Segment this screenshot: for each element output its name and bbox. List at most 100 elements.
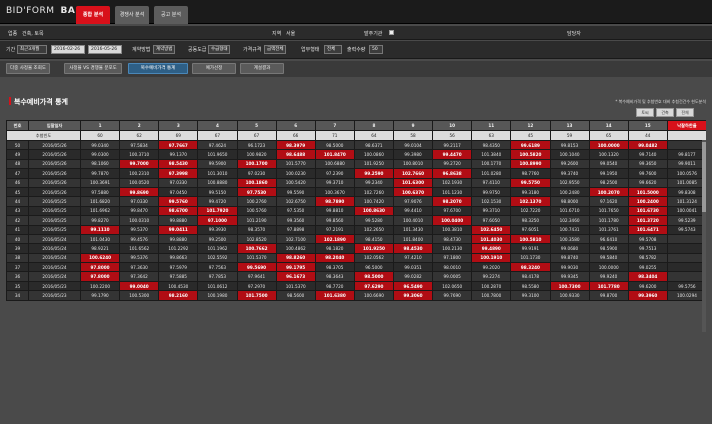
table-cell: 100.8880: [197, 177, 238, 188]
table-cell: 101.6710: [549, 205, 590, 217]
table-row[interactable]: 46 2016/05/26 100.3691 100.0520 97.0330 100.8…: [6, 177, 706, 188]
date-from-input[interactable]: 2016-02-26: [51, 45, 85, 54]
table-cell: 2016/05/26: [28, 139, 81, 151]
tab-overall-analysis[interactable]: 종합 분석: [76, 6, 110, 24]
table-row[interactable]: 40 2016/05/24 101.0430 99.4576 99.8880 99.250…: [6, 233, 706, 245]
table-row[interactable]: 50 2016/05/26 99.0340 97.5834 97.7667 97.4624…: [6, 139, 706, 151]
table-cell: 97.2191: [314, 224, 355, 235]
view-btn-c[interactable]: 전체: [676, 108, 694, 117]
table-cell: 98.6488: [275, 149, 316, 160]
table-cell: 100.2870: [471, 280, 512, 292]
table-cell: 100.3710: [119, 149, 160, 160]
table-row[interactable]: 43 2016/05/25 101.6962 99.8470 98.6700 101.79…: [6, 205, 706, 217]
table-cell: 36: [6, 271, 29, 282]
table-cell: 99.1370: [158, 149, 199, 160]
table-cell: 100.5760: [236, 205, 277, 217]
table-row[interactable]: 44 2016/05/25 101.6820 97.0330 99.5760 99.472…: [6, 196, 706, 207]
table-cell: 98.0010: [432, 262, 473, 273]
table-cell: 102.7260: [353, 186, 395, 198]
region-value[interactable]: 서울: [286, 30, 295, 37]
table-cell: 99.0340: [79, 139, 121, 151]
table-cell: 100.6880: [314, 158, 355, 170]
table-row[interactable]: 48 2016/05/26 98.1060 99.7000 98.5430 99.5900…: [6, 158, 706, 170]
table-cell: 101.8470: [314, 149, 355, 160]
table-row[interactable]: 38 2016/05/24 100.6240 99.5376 99.8663 102.55…: [6, 252, 706, 264]
table-cell: 101.8400: [392, 233, 434, 245]
price-standard-select[interactable]: 금액전체: [264, 45, 286, 54]
table-cell: 100.8630: [353, 205, 395, 217]
table-row[interactable]: 39 2016/05/24 98.9221 101.6562 101.2292 101.1…: [6, 243, 706, 254]
reserve-price-selection-button[interactable]: 예가선정: [192, 63, 236, 74]
table-cell: 97.2970: [236, 280, 277, 292]
output-count-select[interactable]: 50: [369, 45, 383, 54]
table-row[interactable]: 42 2016/05/25 99.8270 100.0310 99.8880 97.100…: [6, 215, 706, 226]
contract-method-select[interactable]: 계약방법: [153, 45, 175, 54]
table-cell: 99.5840: [588, 252, 629, 264]
table-cell: 98.3705: [314, 262, 355, 273]
ordering-agency-checkbox[interactable]: [389, 30, 394, 35]
table-cell: 99.5376: [119, 252, 160, 264]
view-btn-b[interactable]: 건축: [656, 108, 674, 117]
table-cell: 2016/05/26: [28, 186, 81, 198]
logo-text: BID'FORM: [6, 6, 55, 16]
table-cell: 96.5000: [353, 262, 395, 273]
table-cell: 101.1730: [510, 252, 551, 264]
table-row[interactable]: 34 2016/05/23 99.1790 100.5300 98.2160 100.19…: [6, 290, 706, 301]
table-cell: 99.8880: [158, 233, 199, 245]
table-cell: 99.2274: [471, 271, 512, 282]
app-logo[interactable]: BID'FORM BAS: [6, 6, 82, 16]
table-cell: 98.7760: [510, 168, 551, 179]
table-cell: 101.0612: [197, 280, 238, 292]
rate-vs-competition-button[interactable]: 사정율 VS 경쟁율 분포도: [64, 63, 122, 74]
table-cell: 50: [6, 139, 29, 151]
table-row[interactable]: 45 2016/05/26 97.5880 99.8690 97.0450 99.5150…: [6, 186, 706, 198]
table-row[interactable]: 47 2016/05/26 99.7870 100.2310 97.3998 101.30…: [6, 168, 706, 179]
scrollbar-thumb[interactable]: [702, 142, 706, 212]
table-row[interactable]: 37 2016/05/24 97.8000 97.3630 97.5979 97.7563…: [6, 262, 706, 273]
table-cell: 102.8520: [236, 233, 277, 245]
multiple-reserve-price-stats-button[interactable]: 복수예비가격 통계: [128, 63, 188, 74]
table-cell: 97.4210: [392, 252, 434, 264]
table-row[interactable]: 36 2016/05/24 97.8000 97.3642 97.5885 97.7853…: [6, 271, 706, 282]
table-row[interactable]: 41 2016/05/25 99.1110 99.5370 99.0411 99.3930…: [6, 224, 706, 235]
table-cell: 97.5885: [158, 271, 199, 282]
table-header-row: 번호 입찰일자 1 2 3 4 5 6 7 8 9 10 11 12 13 14 15 낙찰하한율: [6, 120, 706, 131]
multi-rate-chart-button[interactable]: 다중 사정율 조회도: [6, 63, 50, 74]
table-scrollbar[interactable]: [702, 140, 706, 332]
table-cell: 100.9820: [236, 149, 277, 160]
tab-notice-analysis[interactable]: 공고 분석: [154, 6, 188, 24]
table-cell: 99.0005: [432, 271, 473, 282]
view-btn-a[interactable]: 토씨: [636, 108, 654, 117]
table-cell: 47: [6, 168, 29, 179]
table-cell: 99.3180: [510, 186, 551, 198]
calculation-result-button[interactable]: 계설결과: [240, 63, 284, 74]
table-cell: 98.3979: [275, 139, 316, 151]
table-cell: 99.8308: [666, 186, 706, 198]
date-to-input[interactable]: 2016-05-26: [88, 45, 122, 54]
table-cell: 99.0300: [79, 149, 121, 160]
table-cell: 100.6370: [392, 186, 434, 198]
table-cell: 102.5592: [197, 252, 238, 264]
count-cell: 추첨빈도: [6, 130, 81, 141]
table-cell: 99.1950: [588, 168, 629, 179]
table-row[interactable]: 49 2016/05/26 99.0300 100.3710 99.1370 101.96…: [6, 149, 706, 160]
table-cell: 97.8000: [79, 271, 121, 282]
period-select[interactable]: 최근3개월: [17, 45, 47, 54]
business-type-select[interactable]: 전체: [324, 45, 342, 54]
tab-competitor-analysis[interactable]: 경쟁사 분석: [115, 6, 149, 24]
table-cell: 101.6471: [627, 224, 668, 235]
count-cell: [666, 130, 706, 141]
table-cell: 97.7667: [158, 139, 199, 151]
joint-contract-select[interactable]: 수급형태: [208, 45, 230, 54]
table-cell: 101.3010: [197, 168, 238, 179]
section-note: * 복수예비가격 및 추첨번호 대비 추첨건건수 현도분석: [615, 99, 706, 104]
table-cell: 101.3840: [471, 149, 512, 160]
table-row[interactable]: 35 2016/05/23 100.2200 99.0040 100.4530 101.0…: [6, 280, 706, 292]
table-cell: 99.3710: [471, 205, 512, 217]
table-cell: 99.0482: [627, 139, 668, 151]
table-cell: 97.0450: [158, 186, 199, 198]
table-cell: 102.0562: [353, 252, 395, 264]
table-cell: 98.6371: [353, 139, 395, 151]
count-cell: 67: [236, 130, 277, 141]
industry-value[interactable]: 건축, 토목: [22, 30, 44, 37]
